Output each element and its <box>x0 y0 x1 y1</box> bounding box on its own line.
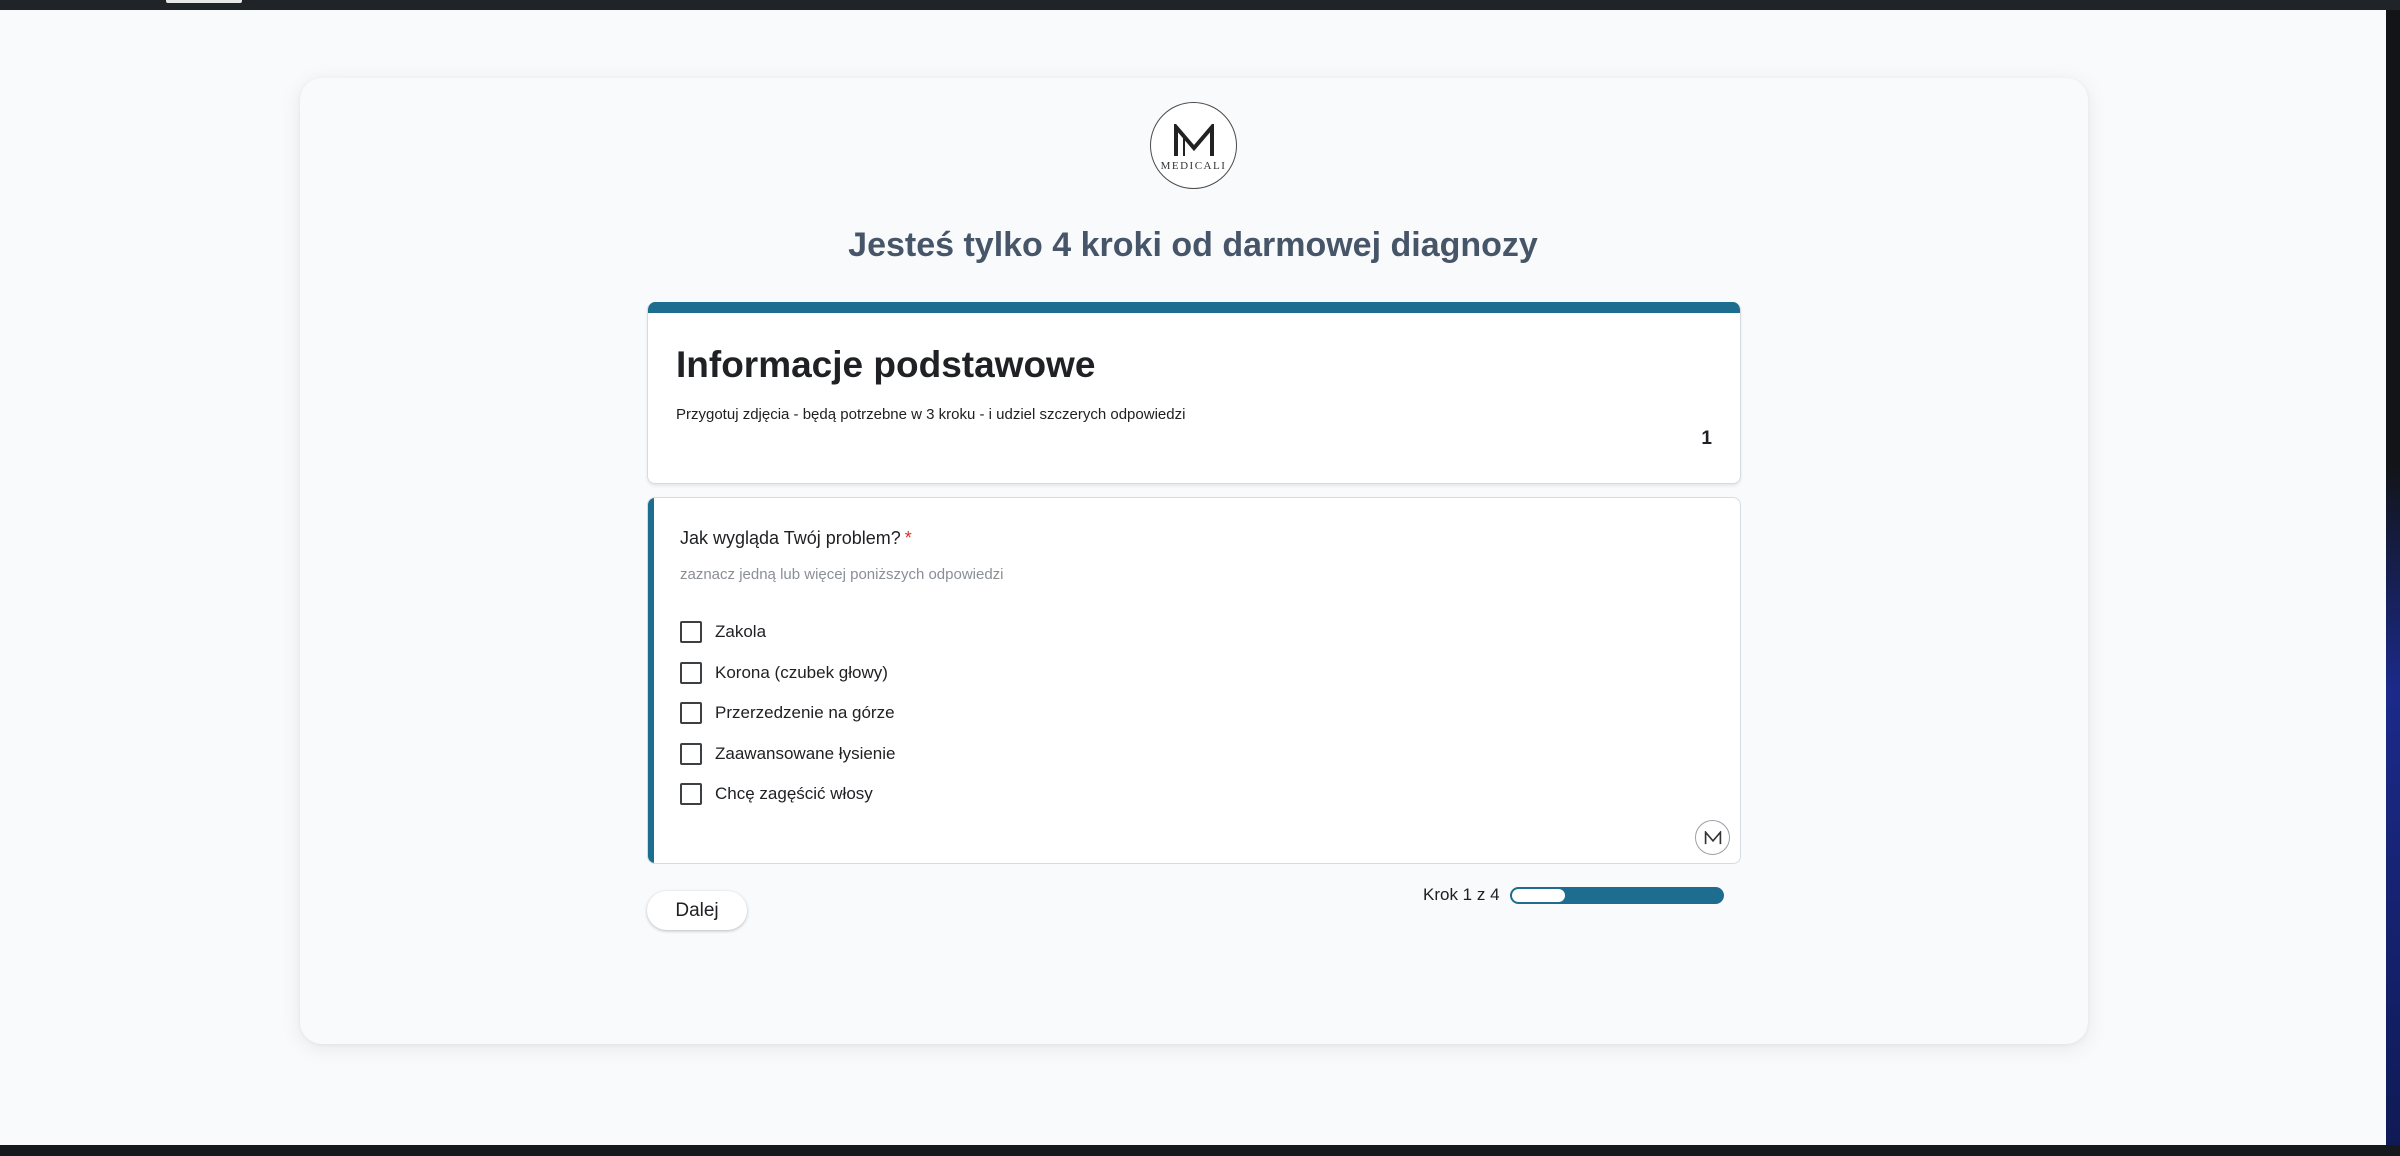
logo-text: MEDICALI <box>1160 159 1227 172</box>
option-zakola[interactable]: Zakola <box>680 612 896 653</box>
browser-bottom-bar <box>0 1145 2400 1156</box>
medicali-monogram-icon <box>1704 830 1721 844</box>
question-text: Jak wygląda Twój problem? <box>680 528 901 548</box>
step-progress-bar <box>1510 887 1724 904</box>
question-accent-bar <box>648 498 654 863</box>
section-description: Przygotuj zdjęcia - będą potrzebne w 3 k… <box>676 406 1186 423</box>
option-list: Zakola Korona (czubek głowy) Przerzedzen… <box>680 612 896 815</box>
window-edge <box>2386 10 2400 1145</box>
medicali-monogram-icon <box>1173 123 1214 156</box>
brand-logo: MEDICALI <box>1150 102 1237 189</box>
option-label: Przerzedzenie na górze <box>715 703 895 723</box>
page-headline: Jesteś tylko 4 kroki od darmowej diagnoz… <box>848 226 1538 264</box>
checkbox[interactable] <box>680 702 702 725</box>
checkbox[interactable] <box>680 742 702 765</box>
option-przerzedzenie[interactable]: Przerzedzenie na górze <box>680 693 896 734</box>
step-progress-fill <box>1512 889 1565 902</box>
option-korona[interactable]: Korona (czubek głowy) <box>680 653 896 694</box>
brand-mini-logo <box>1695 820 1730 855</box>
question-card: Jak wygląda Twój problem? * zaznacz jedną… <box>647 497 1741 864</box>
section-accent-bar <box>648 302 1740 313</box>
checkbox[interactable] <box>680 621 702 644</box>
option-label: Zaawansowane łysienie <box>715 743 896 763</box>
section-info-card: Informacje podstawowe Przygotuj zdjęcia … <box>647 302 1741 484</box>
question-hint: zaznacz jedną lub więcej poniższych odpo… <box>680 566 1004 583</box>
checkbox[interactable] <box>680 783 702 806</box>
option-label: Chcę zagęścić włosy <box>715 784 873 804</box>
step-indicator-text: Krok 1 z 4 <box>1423 885 1500 904</box>
option-zageszczenie[interactable]: Chcę zagęścić włosy <box>680 774 896 815</box>
option-label: Zakola <box>715 622 767 642</box>
question-label: Jak wygląda Twój problem? * <box>680 528 912 549</box>
next-button[interactable]: Dalej <box>647 891 747 930</box>
active-tab-indicator[interactable] <box>166 0 242 3</box>
option-label: Korona (czubek głowy) <box>715 662 888 682</box>
checkbox[interactable] <box>680 661 702 684</box>
section-number: 1 <box>1701 428 1712 449</box>
browser-top-bar <box>0 0 2400 10</box>
required-marker: * <box>904 528 912 548</box>
section-title: Informacje podstawowe <box>676 344 1096 385</box>
option-zaawansowane-lysienie[interactable]: Zaawansowane łysienie <box>680 734 896 775</box>
